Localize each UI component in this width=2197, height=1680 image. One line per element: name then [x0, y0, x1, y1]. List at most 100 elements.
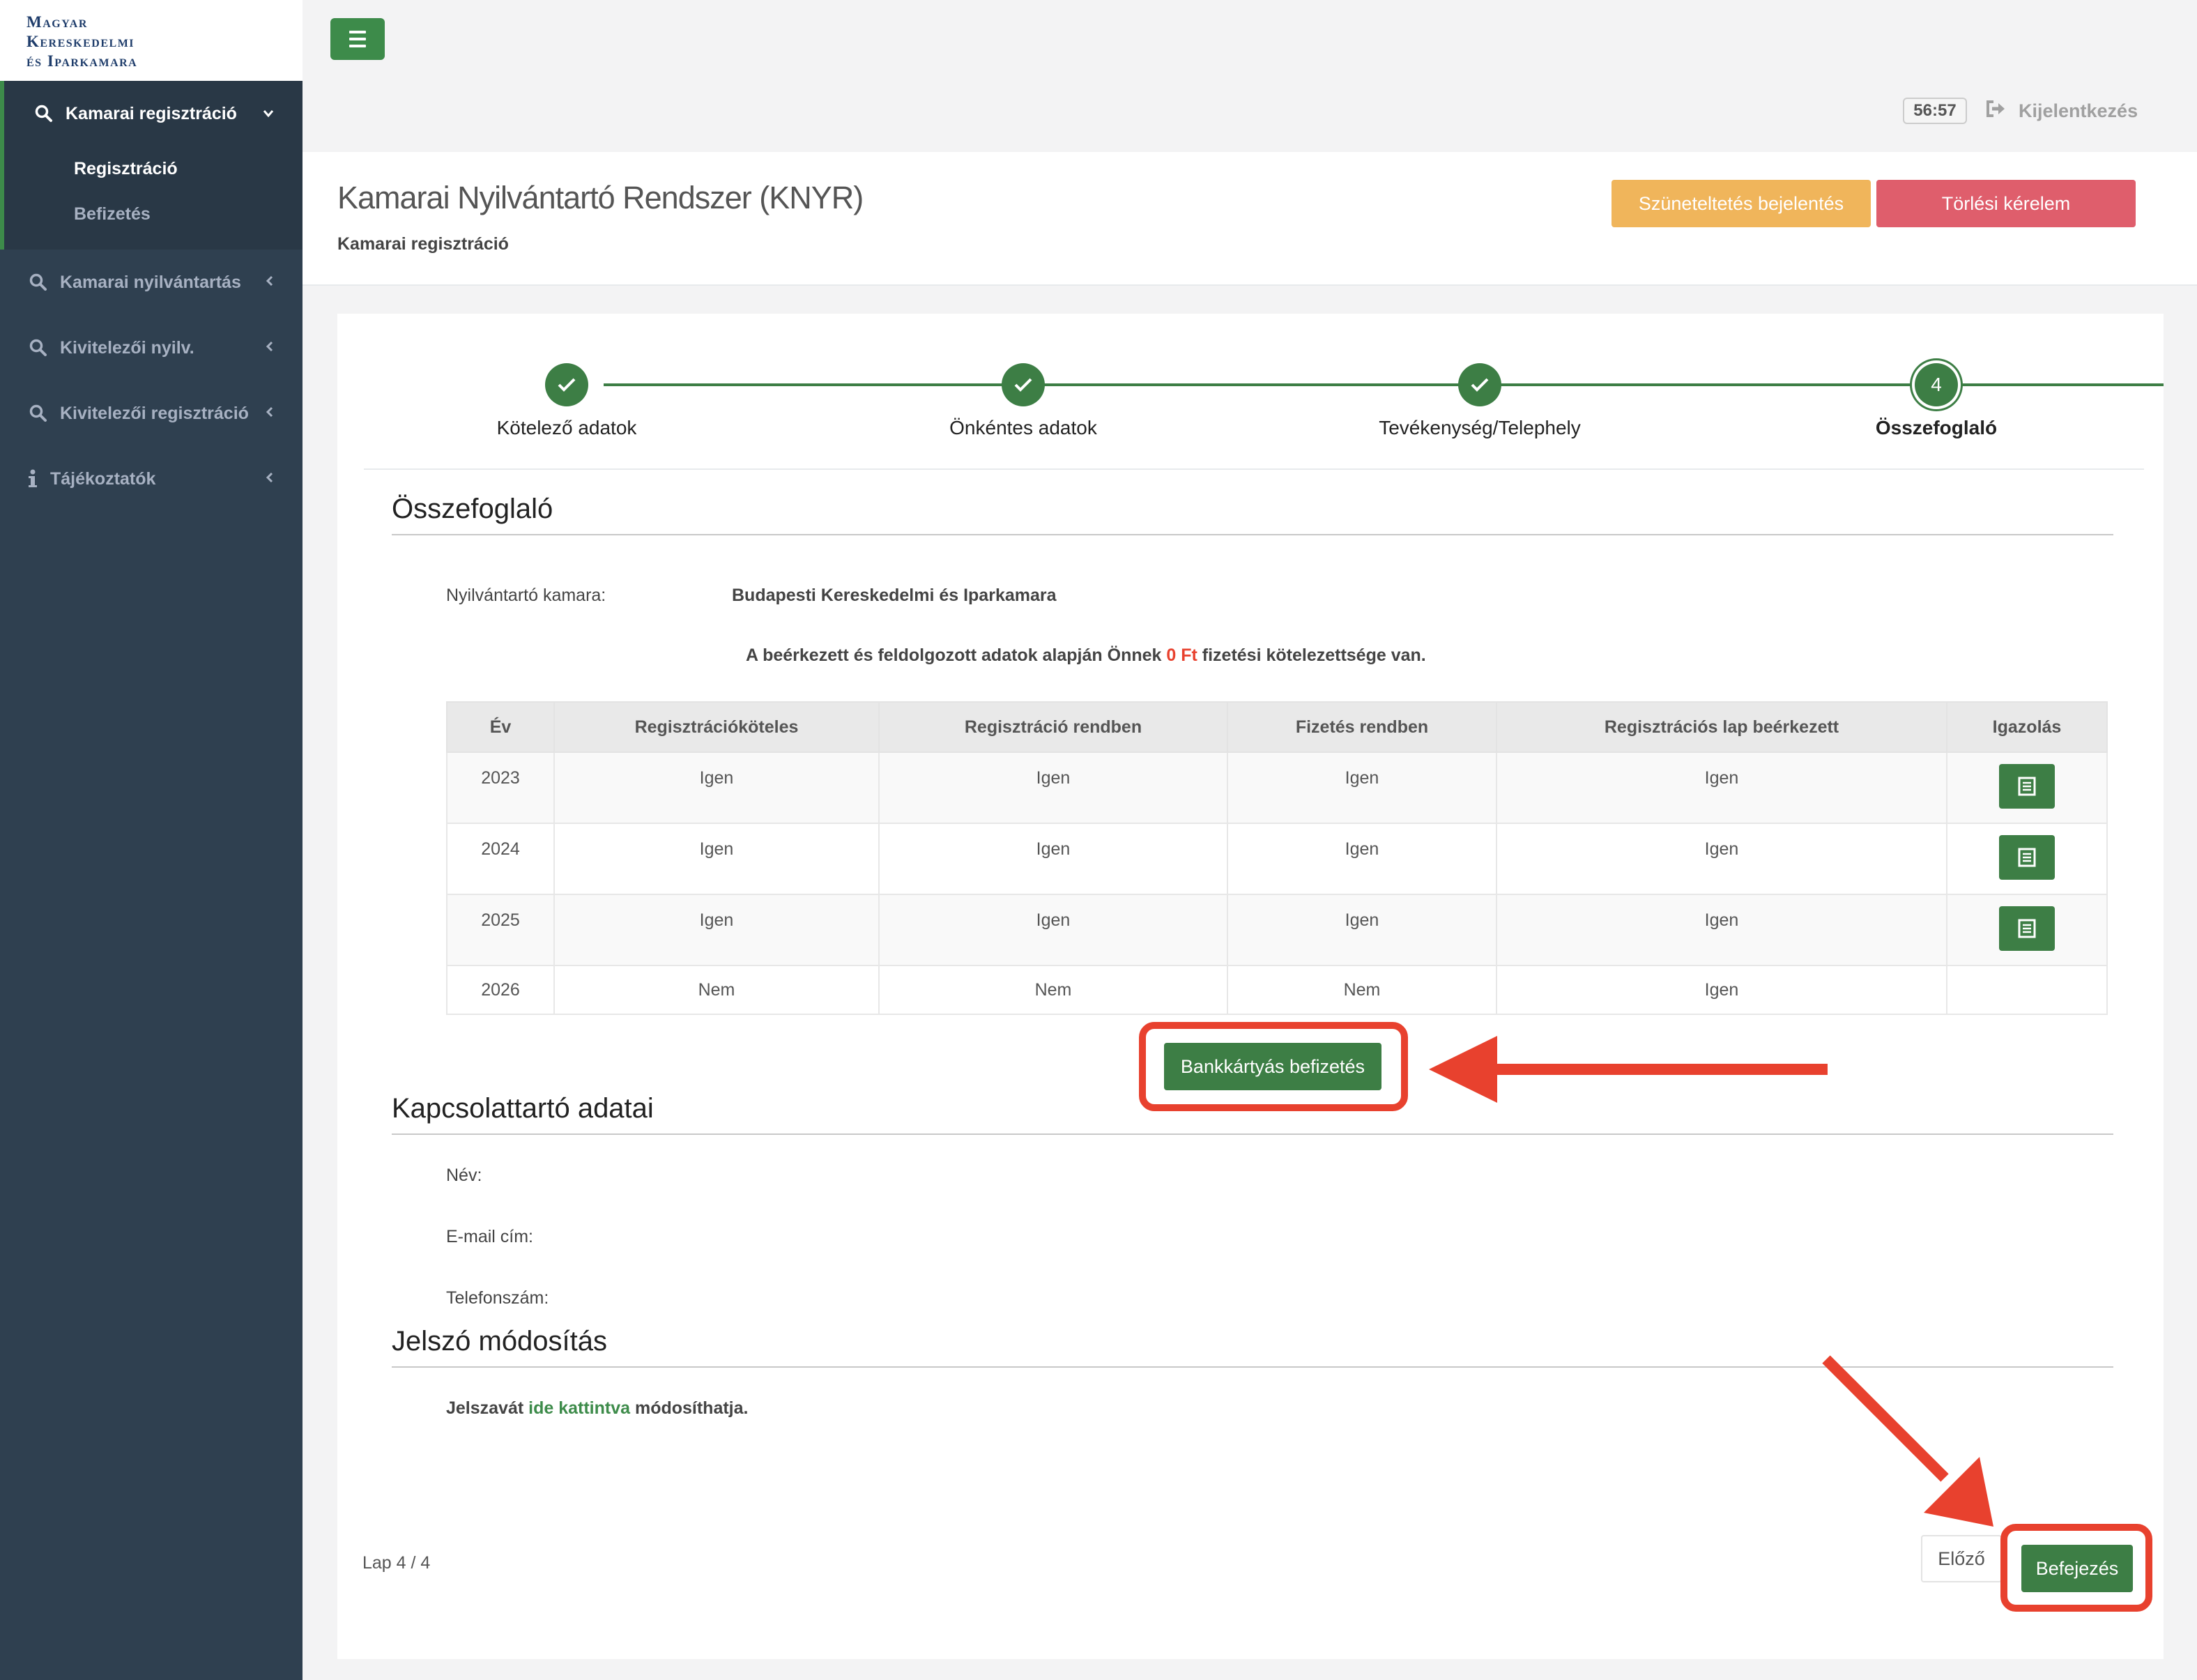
payment-obligation-notice: A beérkezett és feldolgozott adatok alap…	[746, 646, 1426, 665]
cell: Igen	[1496, 751, 1947, 824]
divider	[364, 468, 2144, 470]
password-change-text: Jelszavát ide kattintva módosíthatja.	[446, 1398, 749, 1418]
summary-section-title: Összefoglaló	[392, 494, 553, 524]
chevron-left-icon	[265, 339, 275, 357]
column-header: Regisztráció rendben	[878, 701, 1228, 753]
wizard-step-2-label[interactable]: Önkéntes adatok	[814, 417, 1232, 439]
column-header: Regisztrációköteles	[553, 701, 880, 753]
sidebar-item-label: Kivitelezői regisztráció	[60, 403, 249, 423]
cell: Nem	[553, 965, 880, 1015]
wizard-step-1-check[interactable]	[545, 363, 588, 406]
sidebar-item-kamarai-nyilvantartas[interactable]: Kamarai nyilvántartás	[0, 258, 303, 307]
table-header-row: Év Regisztrációköteles Regisztráció rend…	[446, 701, 2108, 753]
page-title: Kamarai Nyilvántartó Rendszer (KNYR)	[337, 180, 864, 215]
cell-year: 2024	[446, 823, 555, 895]
deletion-request-button[interactable]: Törlési kérelem	[1876, 180, 2136, 227]
sidebar-item-tajekoztatok[interactable]: Tájékoztatók	[0, 455, 303, 503]
search-icon	[29, 273, 47, 291]
wizard-step-3-check[interactable]	[1458, 363, 1501, 406]
wizard-step-1-label[interactable]: Kötelező adatok	[358, 417, 776, 439]
cell: Igen	[878, 751, 1228, 824]
wizard-step-4-label[interactable]: Összefoglaló	[1727, 417, 2145, 439]
password-change-link[interactable]: ide kattintva	[528, 1398, 630, 1418]
cell: Igen	[1496, 894, 1947, 966]
cell: Igen	[1227, 894, 1497, 966]
contact-email-label: E-mail cím:	[446, 1227, 533, 1246]
divider	[392, 1366, 2113, 1368]
sidebar-subitem-regisztracio[interactable]: Regisztráció	[74, 159, 178, 179]
cell-year: 2026	[446, 965, 555, 1015]
table-row: 2024 Igen Igen Igen Igen	[446, 823, 2108, 895]
divider	[392, 1133, 2113, 1135]
table-row: 2026 Nem Nem Nem Igen	[446, 965, 2108, 1015]
wizard-step-3-label[interactable]: Tevékenység/Telephely	[1271, 417, 1689, 439]
cell: Igen	[878, 894, 1228, 966]
sidebar-item-label: Kamarai nyilvántartás	[60, 272, 241, 292]
cell: Igen	[1496, 965, 1947, 1015]
menu-toggle-button[interactable]	[330, 18, 385, 60]
search-icon	[29, 339, 47, 357]
contact-name-label: Név:	[446, 1166, 482, 1185]
sidebar-item-label: Kivitelezői nyilv.	[60, 337, 194, 358]
suspend-notice-button[interactable]: Szüneteltetés bejelentés	[1612, 180, 1871, 227]
document-icon	[2018, 919, 2036, 938]
wizard-step-4-current[interactable]: 4	[1915, 363, 1958, 406]
table-row: 2025 Igen Igen Igen Igen	[446, 894, 2108, 966]
divider	[392, 534, 2113, 535]
page-indicator: Lap 4 / 4	[362, 1553, 431, 1573]
content-card: 4 Kötelező adatok Önkéntes adatok Tevéke…	[337, 314, 2164, 1659]
search-icon	[29, 404, 47, 422]
sidebar-subitem-befizetes[interactable]: Befizetés	[74, 204, 151, 224]
sidebar: Magyar Kereskedelmi és Iparkamara Kamara…	[0, 0, 303, 1680]
cell: Igen	[553, 751, 880, 824]
info-icon	[28, 469, 43, 489]
session-timer: 56:57	[1903, 98, 1967, 124]
search-icon	[35, 105, 53, 123]
certificate-download-button[interactable]	[1999, 906, 2055, 951]
cell-certificate	[1946, 965, 2108, 1015]
logo-line-2: Kereskedelmi	[26, 33, 135, 50]
check-icon	[1471, 378, 1489, 392]
wizard-progress-line-end	[1960, 383, 2164, 386]
logout-label: Kijelentkezés	[2019, 100, 2138, 121]
sidebar-item-kivitelezoi-regisztracio[interactable]: Kivitelezői regisztráció	[0, 389, 303, 438]
chevron-left-icon	[265, 470, 275, 488]
sidebar-item-label: Tájékoztatók	[50, 468, 156, 489]
column-header: Fizetés rendben	[1227, 701, 1497, 753]
wizard-step-2-check[interactable]	[1002, 363, 1045, 406]
page-header: Kamarai Nyilvántartó Rendszer (KNYR) Kam…	[303, 152, 2197, 286]
registration-status-table: Év Regisztrációköteles Regisztráció rend…	[446, 701, 2108, 1015]
check-icon	[558, 378, 576, 392]
document-icon	[2018, 848, 2036, 867]
table-row: 2023 Igen Igen Igen Igen	[446, 751, 2108, 824]
cell-certificate	[1946, 894, 2108, 966]
sidebar-item-label: Kamarai regisztráció	[66, 103, 237, 123]
logo-line-3: és Iparkamara	[26, 52, 138, 70]
cell: Igen	[553, 894, 880, 966]
card-payment-button[interactable]: Bankkártyás befizetés	[1164, 1043, 1381, 1090]
sign-out-icon	[1985, 100, 2006, 123]
column-header: Igazolás	[1946, 701, 2108, 753]
cell-certificate	[1946, 823, 2108, 895]
chamber-value: Budapesti Kereskedelmi és Iparkamara	[732, 586, 1057, 605]
finish-button[interactable]: Befejezés	[2021, 1545, 2133, 1592]
cell-year: 2025	[446, 894, 555, 966]
sidebar-item-kivitelezoi-nyilv[interactable]: Kivitelezői nyilv.	[0, 323, 303, 372]
cell-year: 2023	[446, 751, 555, 824]
chevron-left-icon	[265, 273, 275, 291]
chamber-logo[interactable]: Magyar Kereskedelmi és Iparkamara	[0, 0, 303, 81]
logo-line-1: Magyar	[26, 13, 88, 31]
certificate-download-button[interactable]	[1999, 764, 2055, 809]
cell: Igen	[553, 823, 880, 895]
logout-link[interactable]: Kijelentkezés	[1985, 98, 2138, 124]
sidebar-item-kamarai-regisztracio[interactable]: Kamarai regisztráció	[0, 89, 303, 138]
cell: Igen	[1227, 823, 1497, 895]
cell: Nem	[878, 965, 1228, 1015]
previous-button[interactable]: Előző	[1921, 1535, 2002, 1582]
breadcrumb: Kamarai regisztráció	[337, 234, 509, 254]
column-header: Év	[446, 701, 555, 753]
payment-amount: 0 Ft	[1166, 646, 1197, 665]
certificate-download-button[interactable]	[1999, 835, 2055, 880]
chevron-left-icon	[265, 404, 275, 422]
contact-section-title: Kapcsolattartó adatai	[392, 1093, 654, 1124]
